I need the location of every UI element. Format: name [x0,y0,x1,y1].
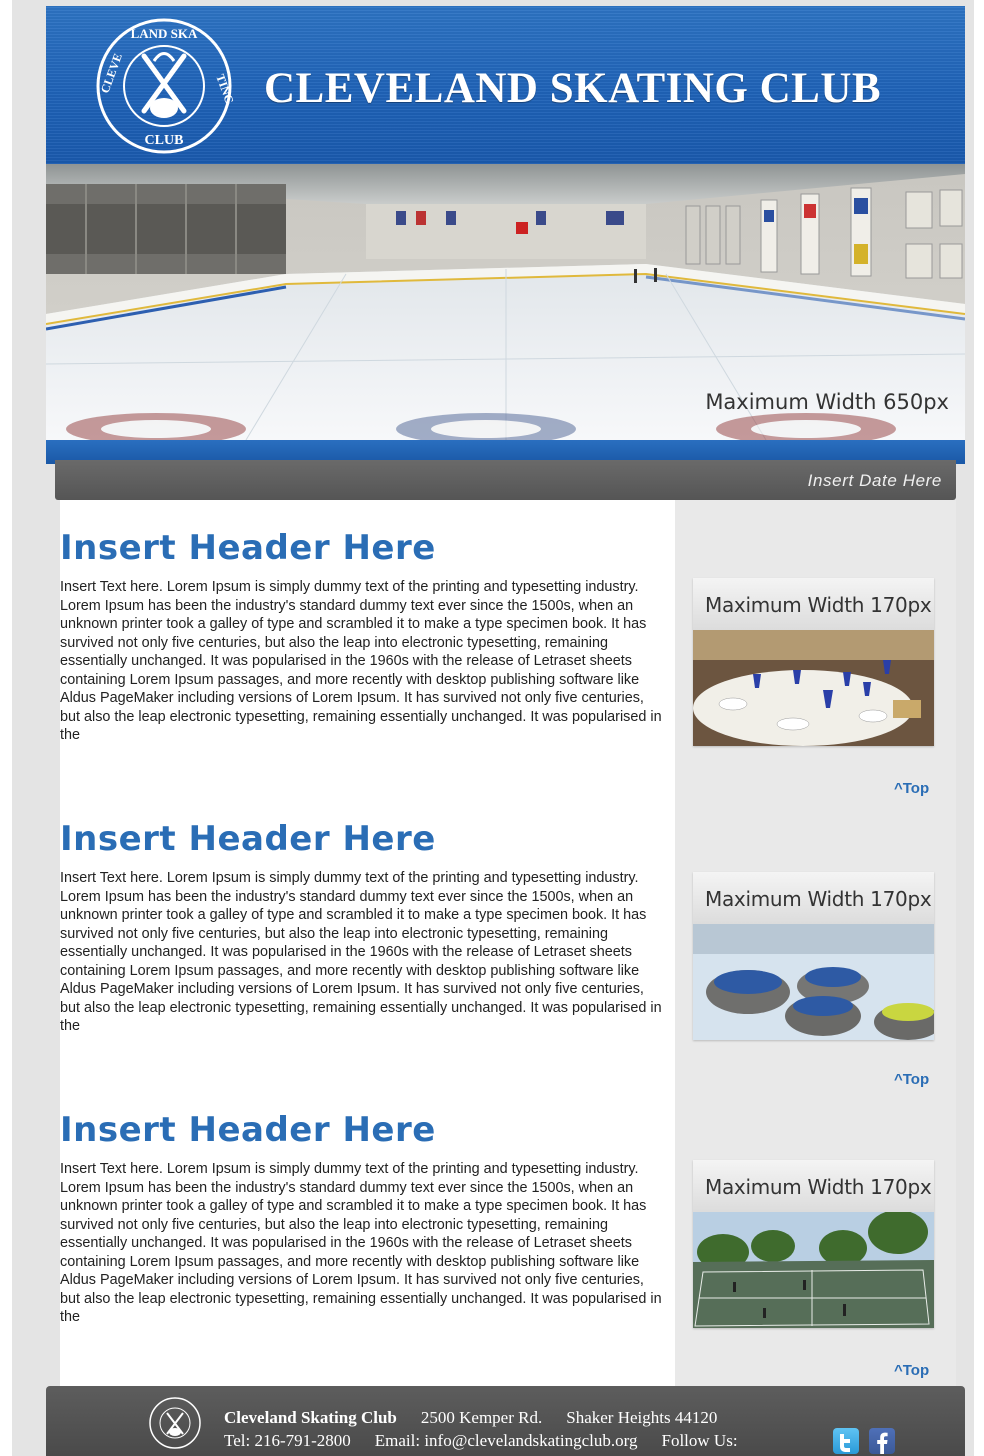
footer-address: 2500 Kemper Rd. [420,1408,543,1427]
page-margin-left [0,0,12,1456]
section-header: Insert Header Here [60,528,436,568]
curling-stones-image [693,924,934,1040]
footer-club-name: Cleveland Skating Club [224,1408,397,1427]
article-section: Insert Header Here Insert Text here. Lor… [60,819,666,1036]
thumbnail-caption-bar: Maximum Width 170px [693,578,934,630]
club-logo-icon [149,1397,201,1449]
footer-phone[interactable]: Tel: 216-791-2800 [224,1431,351,1450]
hero-caption: Maximum Width 650px [705,390,949,414]
section-thumbnail[interactable]: Maximum Width 170px [693,578,934,746]
section-body: Insert Text here. Lorem Ipsum is simply … [60,1161,662,1325]
thumbnail-caption: Maximum Width 170px [705,1175,932,1199]
footer-line-contact: Tel: 216-791-2800 Email: info@clevelandsk… [224,1431,738,1451]
section-body: Insert Text here. Lorem Ipsum is simply … [60,870,662,1034]
twitter-icon[interactable] [833,1428,859,1454]
back-to-top-link[interactable]: ^Top [894,780,929,797]
thumbnail-caption: Maximum Width 170px [705,593,932,617]
thumbnail-caption-bar: Maximum Width 170px [693,872,934,924]
facebook-icon[interactable] [869,1428,895,1454]
date-bar: Insert Date Here [55,460,956,500]
svg-text:CLEVE: CLEVE [98,51,125,95]
thumbnail-caption: Maximum Width 170px [705,887,932,911]
footer-email[interactable]: Email: info@clevelandskatingclub.org [375,1431,638,1450]
section-thumbnail[interactable]: Maximum Width 170px [693,872,934,1040]
section-header: Insert Header Here [60,819,436,859]
section-body: Insert Text here. Lorem Ipsum is simply … [60,579,662,743]
newsletter: LAND SKA CLUB CLEVE TING CLEVELAND SKATI… [46,6,965,1456]
thumbnail-caption-bar: Maximum Width 170px [693,1160,934,1212]
club-title: CLEVELAND SKATING CLUB [264,65,882,112]
section-thumbnail[interactable]: Maximum Width 170px [693,1160,934,1328]
club-logo-icon: LAND SKA CLUB CLEVE TING [96,18,234,154]
article-section: Insert Header Here Insert Text here. Lor… [60,1110,666,1327]
back-to-top-link[interactable]: ^Top [894,1071,929,1088]
date-text: Insert Date Here [807,471,942,490]
section-header: Insert Header Here [60,1110,436,1150]
masthead: LAND SKA CLUB CLEVE TING CLEVELAND SKATI… [46,6,965,164]
footer: Cleveland Skating Club 2500 Kemper Rd. Sha… [46,1386,965,1456]
banquet-table-image [693,630,934,746]
hero-image: Maximum Width 650px [46,164,965,440]
footer-follow-label: Follow Us: [661,1431,738,1450]
page-margin-right [974,0,984,1456]
article-section: Insert Header Here Insert Text here. Lor… [60,528,666,745]
svg-text:LAND SKA: LAND SKA [131,26,198,41]
back-to-top-link[interactable]: ^Top [894,1362,929,1379]
tennis-courts-image [693,1212,934,1328]
svg-text:CLUB: CLUB [145,133,184,148]
footer-city: Shaker Heights 44120 [566,1408,718,1427]
footer-line-address: Cleveland Skating Club 2500 Kemper Rd. Sha… [224,1408,717,1428]
